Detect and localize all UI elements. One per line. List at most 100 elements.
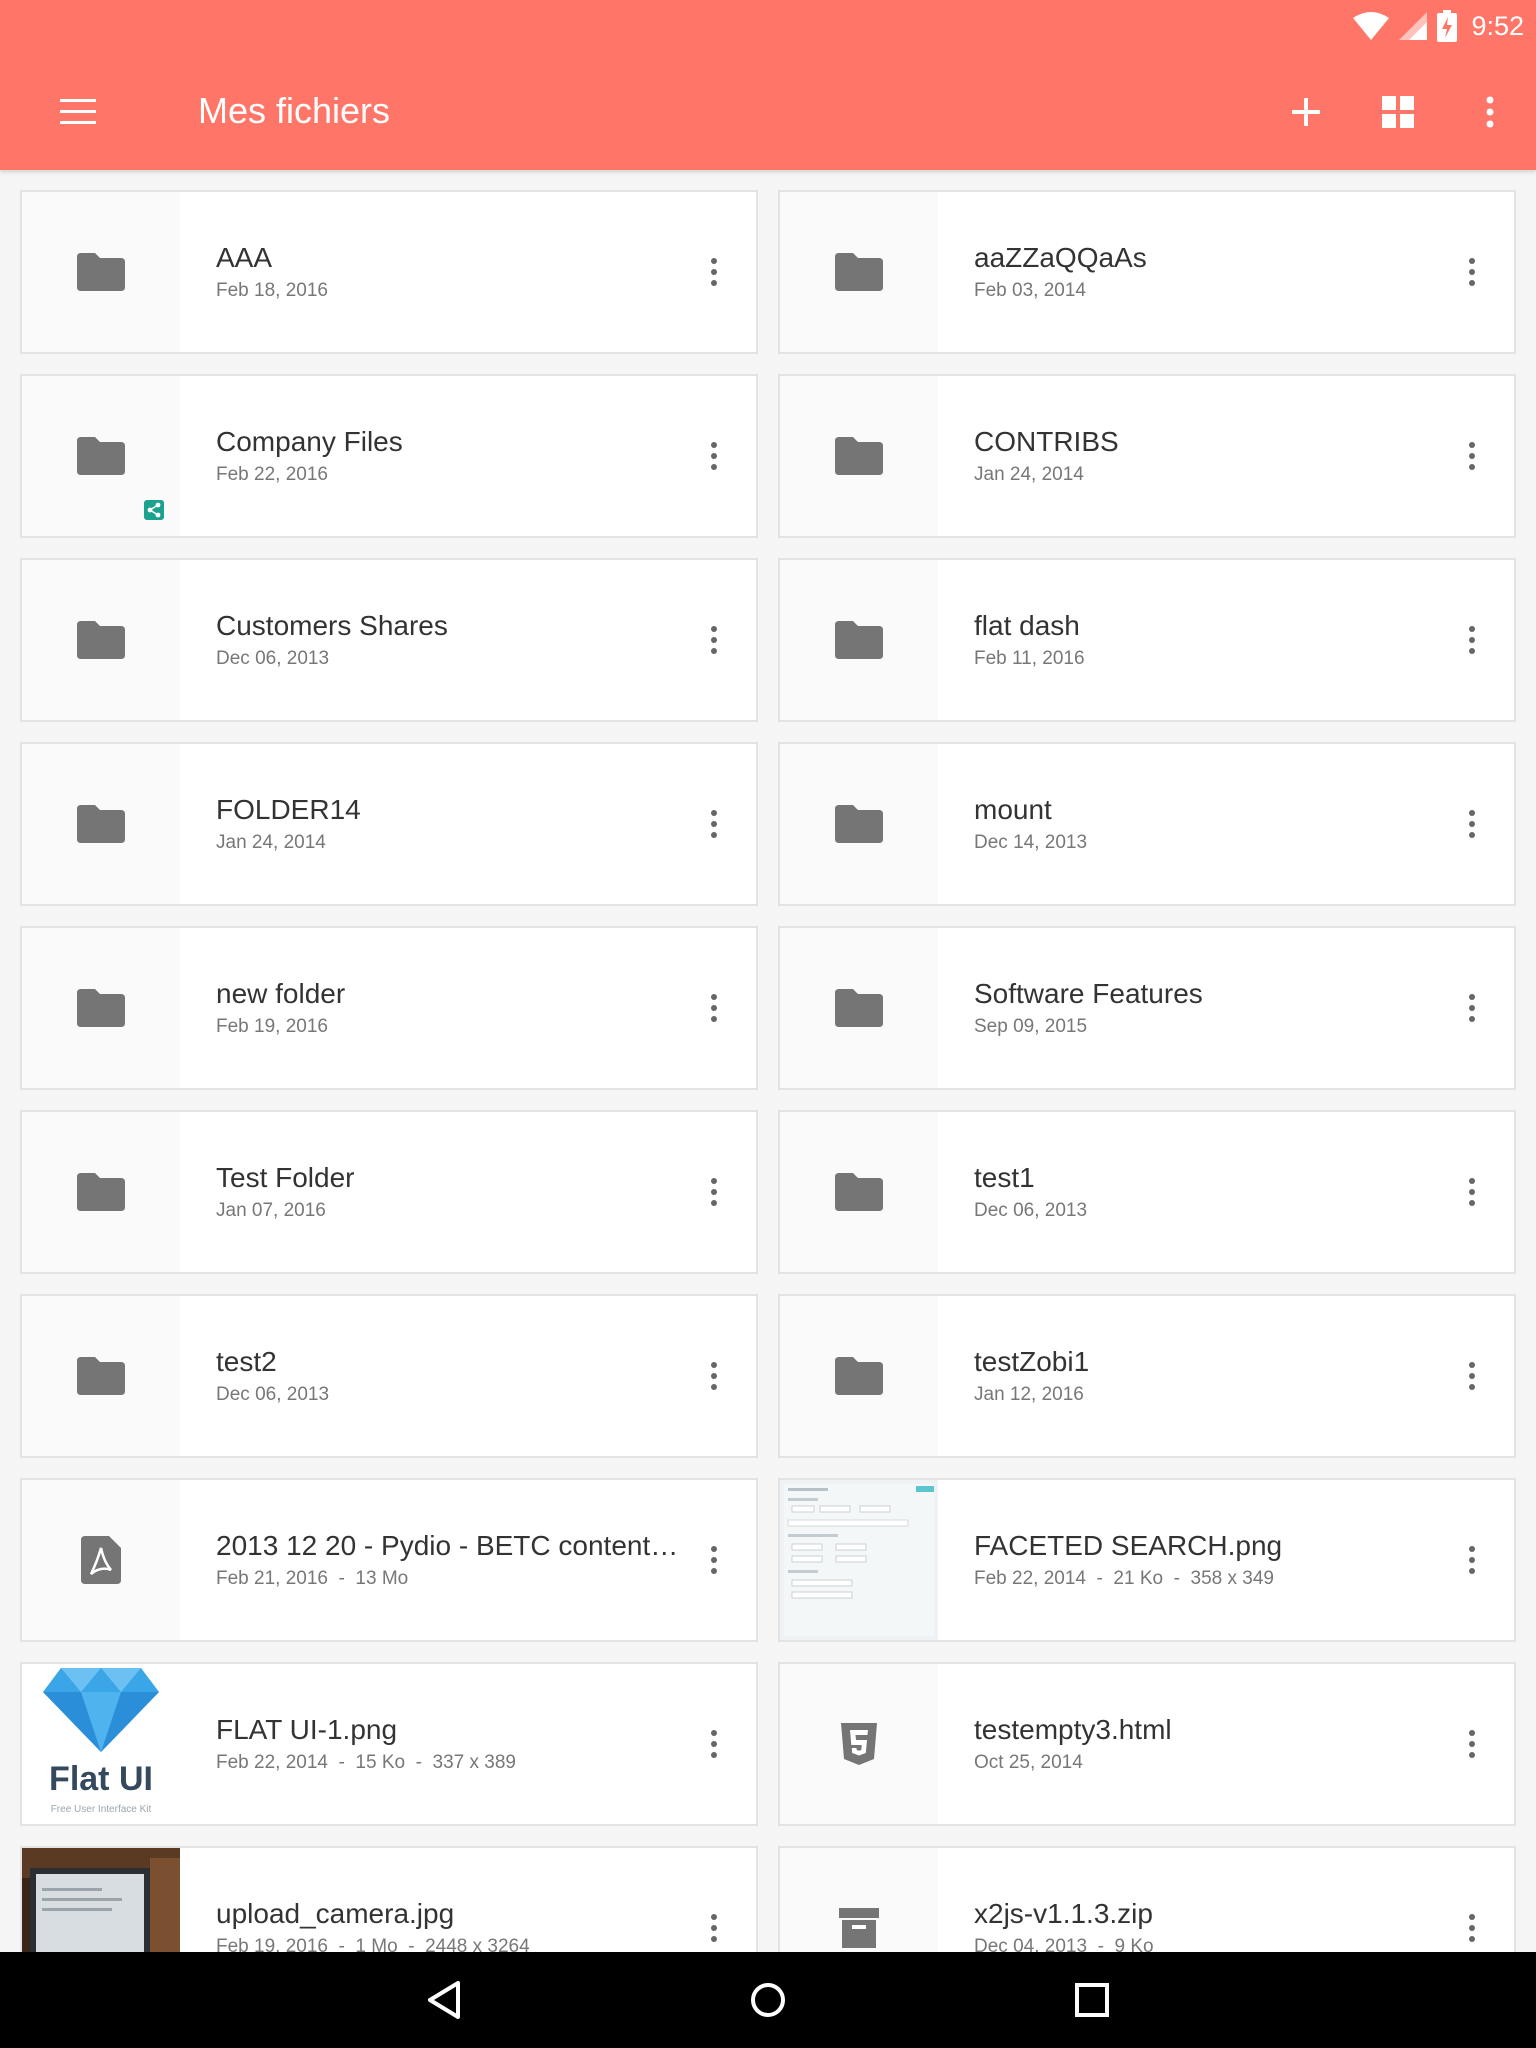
file-meta: Oct 25, 2014 bbox=[974, 1752, 1083, 1773]
more-options-icon[interactable] bbox=[702, 1540, 726, 1580]
file-card[interactable]: aaZZaQQaAs Feb 03, 2014 bbox=[778, 190, 1516, 354]
more-options-icon[interactable] bbox=[702, 1724, 726, 1764]
add-button[interactable] bbox=[1274, 80, 1338, 144]
file-name: new folder bbox=[216, 978, 346, 1009]
more-options-icon[interactable] bbox=[702, 252, 726, 292]
more-options-icon[interactable] bbox=[1460, 988, 1484, 1028]
folder-icon bbox=[780, 928, 938, 1088]
file-meta: Feb 22, 2016 bbox=[216, 464, 328, 485]
file-card[interactable]: new folder Feb 19, 2016 bbox=[20, 926, 758, 1090]
file-card[interactable]: Customers Shares Dec 06, 2013 bbox=[20, 558, 758, 722]
menu-button[interactable] bbox=[52, 92, 104, 132]
plus-icon bbox=[1292, 98, 1320, 126]
status-bar: 9:52 bbox=[1353, 6, 1524, 46]
back-icon bbox=[428, 1981, 460, 2019]
more-options-icon[interactable] bbox=[1460, 252, 1484, 292]
more-options-icon[interactable] bbox=[1460, 1908, 1484, 1948]
more-options-icon[interactable] bbox=[702, 1172, 726, 1212]
file-name: testempty3.html bbox=[974, 1714, 1172, 1745]
file-name: FACETED SEARCH.png bbox=[974, 1530, 1283, 1561]
more-options-icon[interactable] bbox=[702, 436, 726, 476]
grid-view-button[interactable] bbox=[1366, 80, 1430, 144]
cell-signal-icon bbox=[1399, 12, 1428, 40]
more-options-icon[interactable] bbox=[702, 1908, 726, 1948]
more-options-icon[interactable] bbox=[1460, 436, 1484, 476]
file-card[interactable]: test2 Dec 06, 2013 bbox=[20, 1294, 758, 1458]
file-card[interactable]: CONTRIBS Jan 24, 2014 bbox=[778, 374, 1516, 538]
file-card[interactable]: testZobi1 Jan 12, 2016 bbox=[778, 1294, 1516, 1458]
recents-button[interactable] bbox=[1060, 1968, 1124, 2032]
file-card[interactable]: AAA Feb 18, 2016 bbox=[20, 190, 758, 354]
file-card[interactable]: Company Files Feb 22, 2016 bbox=[20, 374, 758, 538]
folder-icon bbox=[780, 560, 938, 720]
folder-icon bbox=[22, 192, 180, 352]
file-meta: Feb 22, 2014 - 21 Ko - 358 x 349 bbox=[974, 1568, 1274, 1589]
file-card[interactable]: mount Dec 14, 2013 bbox=[778, 742, 1516, 906]
file-card[interactable]: FACETED SEARCH.png Feb 22, 2014 - 21 Ko -… bbox=[778, 1478, 1516, 1642]
file-card[interactable]: Flat UI Free User Interface Kit FLAT UI-1.… bbox=[20, 1662, 758, 1826]
more-options-icon[interactable] bbox=[1460, 1540, 1484, 1580]
folder-icon bbox=[780, 744, 938, 904]
file-meta: Feb 18, 2016 bbox=[216, 280, 328, 301]
more-options-icon[interactable] bbox=[1460, 1724, 1484, 1764]
file-card[interactable]: upload_camera.jpg Feb 19, 2016 - 1 Mo - 2… bbox=[20, 1846, 758, 1952]
file-meta: Jan 07, 2016 bbox=[216, 1200, 326, 1221]
file-card[interactable]: 2013 12 20 - Pydio - BETC content… Feb 21… bbox=[20, 1478, 758, 1642]
file-name: test1 bbox=[974, 1162, 1035, 1193]
more-options-icon[interactable] bbox=[1460, 1172, 1484, 1212]
folder-icon bbox=[22, 560, 180, 720]
more-options-icon[interactable] bbox=[702, 1356, 726, 1396]
file-name: FOLDER14 bbox=[216, 794, 361, 825]
more-options-icon[interactable] bbox=[702, 988, 726, 1028]
file-card[interactable]: test1 Dec 06, 2013 bbox=[778, 1110, 1516, 1274]
file-name: Company Files bbox=[216, 426, 403, 457]
more-options-icon[interactable] bbox=[702, 804, 726, 844]
file-name: test2 bbox=[216, 1346, 277, 1377]
battery-charging-icon bbox=[1437, 10, 1458, 42]
file-name: Test Folder bbox=[216, 1162, 355, 1193]
more-options-icon[interactable] bbox=[1460, 804, 1484, 844]
file-name: CONTRIBS bbox=[974, 426, 1119, 457]
overflow-menu-button[interactable] bbox=[1458, 80, 1522, 144]
more-options-icon[interactable] bbox=[702, 620, 726, 660]
image-thumbnail bbox=[22, 1848, 180, 1952]
folder-icon bbox=[22, 928, 180, 1088]
file-name: upload_camera.jpg bbox=[216, 1898, 455, 1929]
file-meta: Jan 24, 2014 bbox=[216, 832, 326, 853]
file-card[interactable]: FOLDER14 Jan 24, 2014 bbox=[20, 742, 758, 906]
file-name: Customers Shares bbox=[216, 610, 448, 641]
file-meta: Jan 24, 2014 bbox=[974, 464, 1084, 485]
file-name: aaZZaQQaAs bbox=[974, 242, 1147, 273]
toolbar: Mes fichiers bbox=[0, 60, 1536, 160]
more-options-icon[interactable] bbox=[1460, 1356, 1484, 1396]
status-time: 9:52 bbox=[1471, 10, 1524, 41]
home-button[interactable] bbox=[736, 1968, 800, 2032]
file-card[interactable]: x2js-v1.1.3.zip Dec 04, 2013 - 9 Ko bbox=[778, 1846, 1516, 1952]
file-meta: Feb 19, 2016 bbox=[216, 1016, 328, 1037]
back-button[interactable] bbox=[412, 1968, 476, 2032]
file-meta: Dec 04, 2013 - 9 Ko bbox=[974, 1936, 1154, 1952]
pdf-icon bbox=[22, 1480, 180, 1640]
folder-icon bbox=[22, 744, 180, 904]
file-card[interactable]: flat dash Feb 11, 2016 bbox=[778, 558, 1516, 722]
file-meta: Feb 03, 2014 bbox=[974, 280, 1086, 301]
recents-icon bbox=[1075, 1983, 1109, 2017]
file-meta: Dec 14, 2013 bbox=[974, 832, 1088, 853]
flatui-logo-text: Flat UI bbox=[49, 1760, 153, 1798]
image-thumbnail: Flat UI Free User Interface Kit bbox=[22, 1664, 180, 1824]
file-name: 2013 12 20 - Pydio - BETC content… bbox=[216, 1530, 679, 1561]
file-card[interactable]: Software Features Sep 09, 2015 bbox=[778, 926, 1516, 1090]
folder-icon bbox=[780, 192, 938, 352]
file-card[interactable]: Test Folder Jan 07, 2016 bbox=[20, 1110, 758, 1274]
file-name: flat dash bbox=[974, 610, 1080, 641]
file-meta: Jan 12, 2016 bbox=[974, 1384, 1084, 1405]
more-options-icon[interactable] bbox=[1460, 620, 1484, 660]
file-meta: Feb 21, 2016 - 13 Mo bbox=[216, 1568, 409, 1589]
folder-icon bbox=[780, 1296, 938, 1456]
file-meta: Sep 09, 2015 bbox=[974, 1016, 1088, 1037]
file-meta: Dec 06, 2013 bbox=[216, 648, 330, 669]
file-grid: AAA Feb 18, 2016 aaZZaQQaAs Feb 03, 2014 Com… bbox=[20, 190, 1516, 1952]
home-icon bbox=[751, 1983, 785, 2017]
share-icon bbox=[144, 500, 164, 525]
file-card[interactable]: testempty3.html Oct 25, 2014 bbox=[778, 1662, 1516, 1826]
